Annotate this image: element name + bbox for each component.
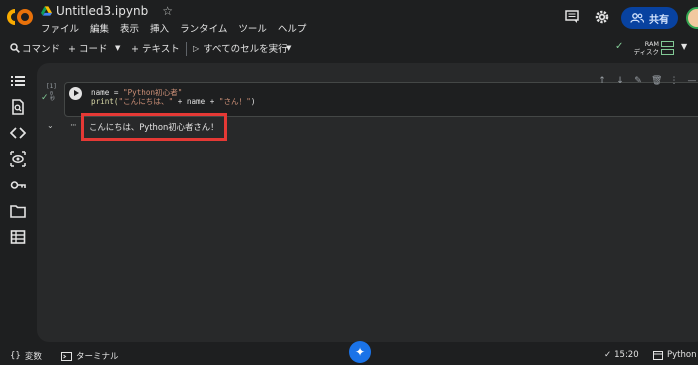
run-cell-button[interactable] <box>69 87 82 100</box>
add-text-button[interactable]: + テキスト <box>131 39 180 57</box>
menu-help[interactable]: ヘルプ <box>278 21 307 35</box>
gemini-button[interactable]: ✦ <box>349 341 371 363</box>
key-icon[interactable] <box>10 177 26 193</box>
notebook-area[interactable]: [1] ✓ 0 秒 name = "Python初心者" print("こんにち… <box>37 63 698 342</box>
people-icon <box>630 13 644 23</box>
share-label: 共有 <box>649 14 669 26</box>
variables-button[interactable]: {} 変数 <box>10 350 42 362</box>
avatar[interactable] <box>686 7 698 29</box>
notebook-title[interactable]: Untitled3.ipynb <box>56 4 148 18</box>
output-highlight-box <box>81 113 227 141</box>
ram-bar <box>661 41 674 47</box>
find-icon[interactable] <box>10 99 26 115</box>
terminal-label: ターミナル <box>76 352 119 362</box>
code-snippets-icon[interactable] <box>10 125 26 141</box>
move-up-icon[interactable]: ↑ <box>597 76 607 86</box>
run-all-label: すべてのセルを実行 <box>203 44 288 55</box>
notebook-toolbar: コマンド + コード ▼ + テキスト ▷ すべてのセルを実行 ▼ ✓ RAM … <box>0 38 698 60</box>
menu-view[interactable]: 表示 <box>120 21 139 35</box>
ram-label: RAM <box>644 40 659 48</box>
top-bar: Untitled3.ipynb ☆ ファイル 編集 表示 挿入 ランタイム ツー… <box>0 0 698 38</box>
menu-runtime[interactable]: ランタイム <box>180 21 227 35</box>
folder-icon[interactable] <box>10 203 26 219</box>
output-actions-icon[interactable]: ··· <box>70 121 77 131</box>
execution-count: [1] <box>46 83 57 90</box>
code-line[interactable]: print("こんにちは、" + name + "さん！") <box>91 96 255 107</box>
terminal-button[interactable]: ターミナル <box>61 350 119 362</box>
left-rail <box>0 63 36 343</box>
execution-time: 0 秒 <box>50 91 56 102</box>
minimize-icon[interactable]: — <box>687 76 697 86</box>
menu-bar: ファイル 編集 表示 挿入 ランタイム ツール ヘルプ <box>41 21 317 35</box>
menu-insert[interactable]: 挿入 <box>150 21 169 35</box>
kernel-label: Python <box>667 350 697 360</box>
check-icon: ✓ <box>604 350 612 360</box>
disk-bar <box>661 49 674 55</box>
share-button[interactable]: 共有 <box>621 7 678 29</box>
add-code-button[interactable]: + コード <box>68 39 107 57</box>
resource-labels[interactable]: RAM ディスク <box>633 40 659 56</box>
kernel-indicator[interactable]: Python <box>653 350 696 360</box>
menu-edit[interactable]: 編集 <box>90 21 109 35</box>
cell-toolbar: ↑ ↓ ✎ 🗑 ⋮ — <box>597 74 698 88</box>
runtime-status[interactable]: ✓ 15:20 <box>604 350 639 360</box>
secrets-icon[interactable] <box>10 151 26 167</box>
chevron-down-icon[interactable]: ▼ <box>115 39 120 57</box>
more-vert-icon[interactable]: ⋮ <box>669 76 679 86</box>
sparkle-icon: ✦ <box>354 345 366 359</box>
chevron-down-icon[interactable]: ⌄ <box>47 121 54 130</box>
comment-icon[interactable] <box>565 10 579 23</box>
status-time: 15:20 <box>614 350 639 360</box>
menu-tools[interactable]: ツール <box>238 21 267 35</box>
search-icon <box>10 43 20 53</box>
menu-file[interactable]: ファイル <box>41 21 79 35</box>
chevron-down-icon[interactable]: ▼ <box>681 42 687 51</box>
check-icon: ✓ <box>41 93 49 103</box>
command-palette-button[interactable]: コマンド <box>6 39 64 57</box>
edit-icon[interactable]: ✎ <box>633 76 643 86</box>
variables-label: 変数 <box>24 352 42 362</box>
move-down-icon[interactable]: ↓ <box>615 76 625 86</box>
table-of-contents-icon[interactable] <box>10 73 26 89</box>
resource-meter[interactable] <box>661 41 674 56</box>
table-icon[interactable] <box>10 229 26 245</box>
command-label: コマンド <box>22 44 61 55</box>
colab-logo[interactable] <box>6 8 34 26</box>
terminal-icon <box>61 351 72 361</box>
kernel-icon <box>653 350 663 360</box>
gear-icon[interactable] <box>594 9 610 25</box>
check-icon: ✓ <box>615 41 624 52</box>
toolbar-divider <box>186 42 187 56</box>
delete-icon[interactable]: 🗑 <box>651 76 662 86</box>
drive-icon <box>41 6 52 16</box>
run-all-button[interactable]: ▷ すべてのセルを実行 <box>193 39 288 57</box>
chevron-down-icon[interactable]: ▼ <box>286 39 291 57</box>
play-icon: ▷ <box>193 43 200 53</box>
status-bar: {} 変数 ターミナル ✦ ✓ 15:20 Python <box>0 341 698 365</box>
star-icon[interactable]: ☆ <box>162 5 173 17</box>
braces-icon: {} <box>10 351 21 361</box>
doc-title-row: Untitled3.ipynb ☆ <box>41 3 173 19</box>
disk-label: ディスク <box>633 48 659 56</box>
